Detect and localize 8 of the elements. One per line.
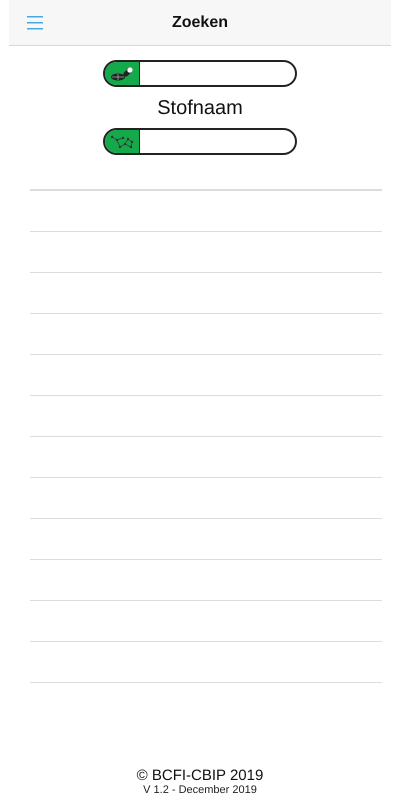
field-label: Stofnaam <box>157 96 243 120</box>
molecule-icon <box>110 134 134 150</box>
copyright-text: © BCFI-CBIP 2019 <box>136 767 264 784</box>
search-field[interactable] <box>103 128 297 155</box>
search-field[interactable] <box>103 60 297 87</box>
screen-title: Zoeken <box>172 14 228 32</box>
pill-icon <box>110 66 134 82</box>
version-text: V 1.2 - December 2019 <box>143 784 257 796</box>
